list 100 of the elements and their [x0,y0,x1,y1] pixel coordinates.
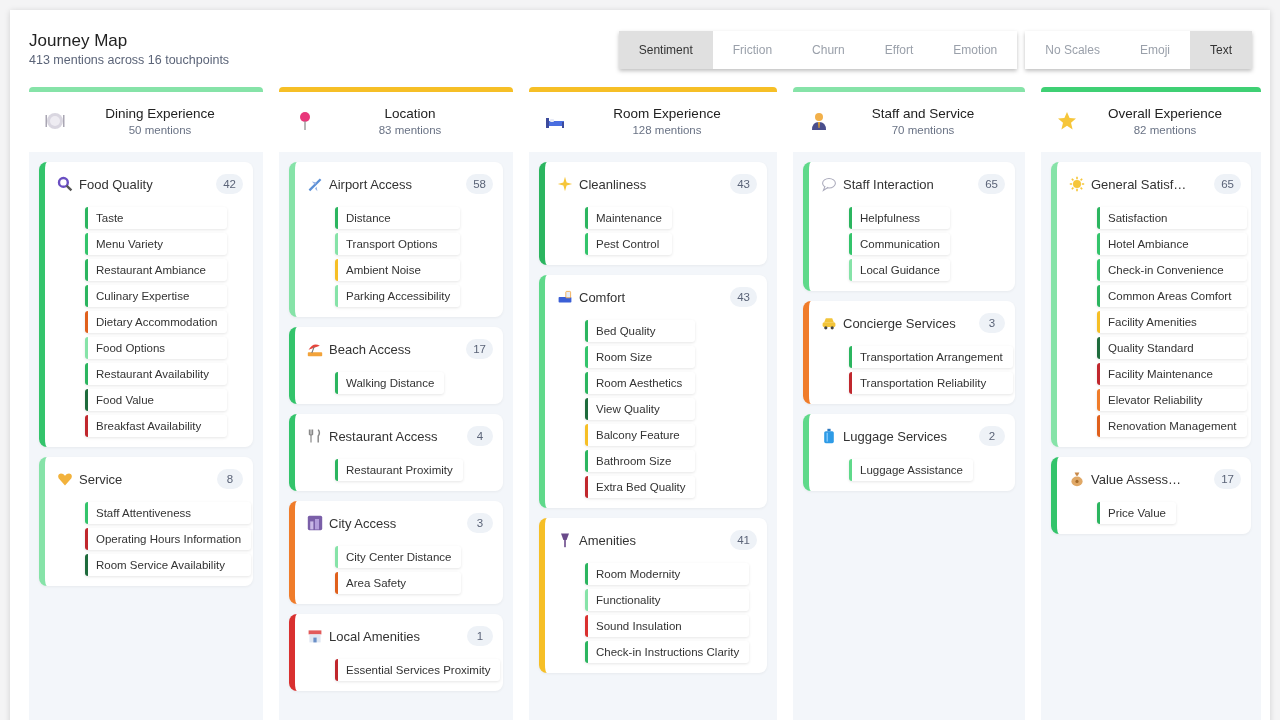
plate-icon [45,111,65,131]
sub-touchpoint: Bed Quality [585,320,696,342]
touchpoint-title: Luggage Services [843,428,949,444]
car-icon [821,315,837,331]
toggle-tab[interactable]: Churn [792,31,865,69]
stage-title: Location [384,106,436,121]
touchpoint-title: Concierge Services [843,315,957,331]
sub-touchpoint: Restaurant Proximity [335,459,463,481]
sparkle-icon [557,176,573,192]
count-pill: 58 [466,174,493,194]
sub-touchpoint: Food Value [85,389,228,411]
sub-touchpoint: Common Areas Comfort [1097,285,1247,307]
sub-touchpoint: Menu Variety [85,233,228,255]
sub-touchpoint: Facility Amenities [1097,311,1247,333]
sub-touchpoint: Room Modernity [585,563,750,585]
sub-touchpoint: Distance [335,207,461,229]
sub-touchpoint: Local Guidance [849,259,950,281]
touchpoint-title: Staff Interaction [843,176,935,192]
sub-touchpoint: Room Service Availability [85,554,252,576]
count-pill: 3 [467,513,493,533]
toggle-tab[interactable]: Text [1190,31,1252,69]
page-title: Journey Map [29,31,129,51]
sub-touchpoint: Transport Options [335,233,461,255]
toggle-tab[interactable]: Emoji [1119,31,1190,69]
sub-touchpoint: Elevator Reliability [1097,389,1247,411]
sub-touchpoint: Area Safety [335,572,462,594]
count-pill: 3 [979,313,1005,333]
touchpoint-title: Beach Access [329,341,412,357]
touchpoint-title: Comfort [579,289,627,305]
toggle-tab[interactable]: Effort [864,31,934,69]
sub-touchpoint: Check-in Instructions Clarity [585,641,750,663]
sub-touchpoint: Hotel Ambiance [1097,233,1247,255]
person-icon [809,111,829,131]
sub-touchpoint: Dietary Accommodation [85,311,228,333]
touchpoint-title: Food Quality [79,176,154,192]
sub-touchpoint: Ambient Noise [335,259,461,281]
sub-touchpoint: Maintenance [585,207,672,229]
count-pill: 43 [730,174,757,194]
touchpoint-title: Service [79,471,124,487]
count-pill: 8 [217,469,243,489]
sub-touchpoint: Culinary Expertise [85,285,228,307]
count-pill: 2 [979,426,1005,446]
heart-icon [57,471,73,487]
count-pill: 17 [1214,469,1241,489]
sub-touchpoint: Transportation Reliability [849,372,1013,394]
sub-touchpoint: Operating Hours Information [85,528,252,550]
mention-count: 50 mentions [128,124,192,136]
stage-title: Staff and Service [871,106,975,121]
cutlery-icon [307,428,323,444]
toggle-tab[interactable]: Emotion [933,31,1018,69]
sub-touchpoint: Quality Standard [1097,337,1247,359]
count-pill: 65 [1214,174,1241,194]
sub-touchpoint: Renovation Management [1097,415,1247,437]
touchpoint-title: Cleanliness [579,176,648,192]
sub-touchpoint: Satisfaction [1097,207,1247,229]
toggle-tab[interactable]: No Scales [1025,31,1120,69]
sub-touchpoint: Walking Distance [335,372,445,394]
count-pill: 17 [466,339,493,359]
suitcase-icon [821,428,837,444]
page-subtitle: 413 mentions across 16 touchpoints [29,53,230,67]
sub-touchpoint: Room Size [585,346,696,368]
sun-icon [1069,176,1085,192]
mention-count: 70 mentions [891,124,955,136]
count-pill: 65 [978,174,1005,194]
sub-touchpoint: Pest Control [585,233,672,255]
count-pill: 42 [216,174,243,194]
sub-touchpoint: Staff Attentiveness [85,502,252,524]
toggle-tab[interactable]: Sentiment [618,31,713,69]
sub-touchpoint: Bathroom Size [585,450,696,472]
sub-touchpoint: Restaurant Availability [85,363,228,385]
stage-title: Overall Experience [1107,106,1223,121]
star-icon [1057,111,1077,131]
sub-touchpoint: Sound Insulation [585,615,750,637]
bubble-icon [821,176,837,192]
touchpoint-title: Restaurant Access [329,428,439,444]
touchpoint-title: Local Amenities [329,628,422,644]
touchpoint-title: Airport Access [329,176,414,192]
sub-touchpoint: Price Value [1097,502,1176,524]
mention-count: 128 mentions [632,124,702,136]
sub-touchpoint: Helpfulness [849,207,950,229]
mention-count: 83 mentions [378,124,442,136]
touchpoint-title: General Satisf… [1091,176,1188,192]
sub-touchpoint: Essential Services Proximity [335,659,501,681]
sub-touchpoint: Taste [85,207,228,229]
magnifier-icon [57,176,73,192]
count-pill: 43 [730,287,757,307]
toggle-tab[interactable]: Friction [712,31,793,69]
count-pill: 41 [730,530,757,550]
sub-touchpoint: Luggage Assistance [849,459,973,481]
count-pill: 1 [467,626,493,646]
sub-touchpoint: Breakfast Availability [85,415,228,437]
count-pill: 4 [467,426,493,446]
sub-touchpoint: Balcony Feature [585,424,696,446]
mention-count: 82 mentions [1133,124,1197,136]
touchpoint-title: Amenities [579,532,638,548]
sub-touchpoint: Room Aesthetics [585,372,696,394]
umbrella-icon [307,341,323,357]
stage-title: Room Experience [613,106,721,121]
sub-touchpoint: Extra Bed Quality [585,476,696,498]
sub-touchpoint: View Quality [585,398,696,420]
